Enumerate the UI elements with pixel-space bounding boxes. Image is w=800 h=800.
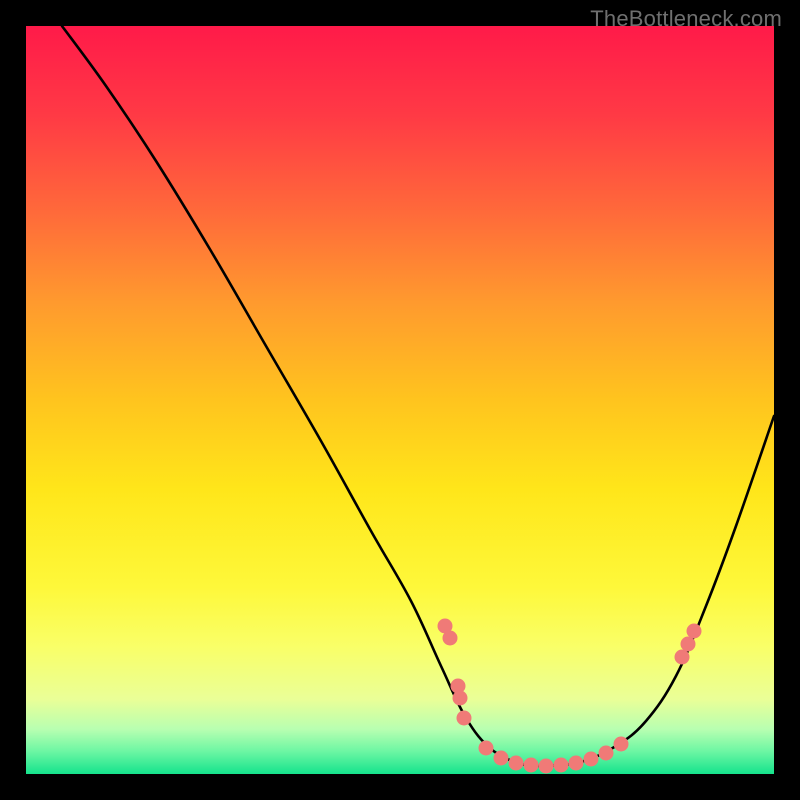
bottleneck-curve (26, 26, 774, 774)
marker-dot (509, 756, 524, 771)
marker-dot (687, 624, 702, 639)
plot-frame (26, 26, 774, 774)
marker-dot (443, 631, 458, 646)
scatter-markers (438, 619, 702, 774)
marker-dot (554, 758, 569, 773)
marker-dot (524, 758, 539, 773)
curve-left-path (62, 26, 546, 766)
marker-dot (614, 737, 629, 752)
marker-dot (584, 752, 599, 767)
marker-dot (675, 650, 690, 665)
marker-dot (479, 741, 494, 756)
marker-dot (494, 751, 509, 766)
marker-dot (681, 637, 696, 652)
marker-dot (569, 756, 584, 771)
marker-dot (457, 711, 472, 726)
marker-dot (539, 759, 554, 774)
curve-right-path (546, 416, 774, 766)
marker-dot (453, 691, 468, 706)
marker-dot (599, 746, 614, 761)
